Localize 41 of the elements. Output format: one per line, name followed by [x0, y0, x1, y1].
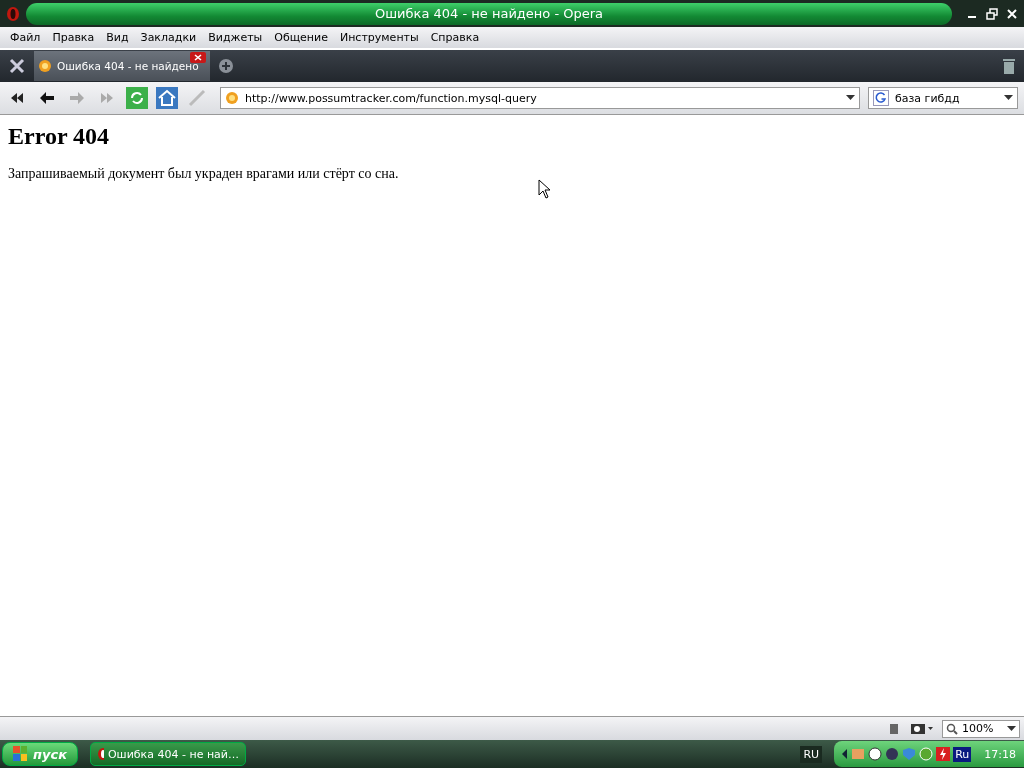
lightning-icon[interactable]	[936, 747, 951, 761]
mouse-cursor-icon	[538, 179, 551, 199]
address-field[interactable]: http://www.possumtracker.com/function.mysql-query	[220, 87, 860, 109]
browser-tab[interactable]: Ошибка 404 - не найдено	[34, 51, 210, 81]
menu-item[interactable]: Вид	[100, 31, 135, 44]
window-title: Ошибка 404 - не найдено - Opera	[374, 6, 603, 21]
restore-icon[interactable]	[986, 7, 998, 20]
search-field[interactable]: база гибдд	[868, 87, 1018, 109]
zoom-field[interactable]: 100%	[942, 719, 1020, 738]
menu-item[interactable]: Виджеты	[202, 31, 269, 44]
camera-icon[interactable]	[910, 721, 934, 736]
close-tab-icon[interactable]	[190, 52, 206, 63]
menu-item[interactable]: Файл	[4, 31, 47, 44]
menu-item[interactable]: Правка	[46, 31, 101, 44]
dropdown-caret-icon[interactable]	[1007, 725, 1016, 732]
home-icon[interactable]	[156, 87, 178, 109]
favicon-icon	[38, 59, 52, 73]
opera-logo-icon[interactable]	[6, 5, 20, 22]
clock: 17:18	[984, 747, 1016, 761]
close-icon[interactable]	[1006, 7, 1018, 20]
dropdown-caret-icon[interactable]	[846, 95, 855, 101]
menu-item[interactable]: Общение	[268, 31, 334, 44]
tray-language[interactable]: Ru	[953, 746, 972, 762]
reload-icon[interactable]	[126, 87, 148, 109]
google-icon	[873, 90, 889, 106]
trash-icon[interactable]	[1002, 57, 1016, 75]
menu-item[interactable]: Инструменты	[333, 31, 425, 44]
page-text: Запрашиваемый документ был украден врагами или стёрт со сна.	[8, 166, 399, 182]
language-indicator[interactable]: RU	[800, 745, 823, 763]
windows-logo-icon	[13, 746, 27, 762]
opera-logo-icon	[97, 747, 104, 761]
disc-icon[interactable]	[885, 747, 900, 761]
dropdown-caret-icon[interactable]	[1004, 95, 1013, 101]
magnifier-icon	[946, 722, 958, 735]
opera-page-icon	[225, 91, 239, 105]
expand-arrow-icon[interactable]	[842, 749, 849, 759]
menu-item[interactable]: Справка	[424, 31, 486, 44]
page-heading: Error 404	[8, 123, 110, 150]
new-tab-icon[interactable]	[218, 58, 234, 74]
menu-item[interactable]: Закладки	[134, 31, 203, 44]
taskbar-button[interactable]: Ошибка 404 - не най…	[90, 742, 246, 766]
